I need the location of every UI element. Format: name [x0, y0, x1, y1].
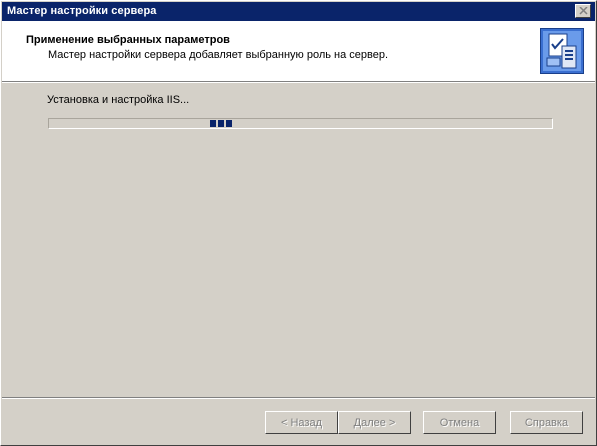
progress-block	[226, 120, 232, 127]
window-title: Мастер настройки сервера	[7, 5, 157, 17]
progress-block	[210, 120, 216, 127]
footer-separator	[2, 397, 595, 399]
next-button[interactable]: Далее >	[338, 411, 411, 434]
page-title: Применение выбранных параметров	[26, 34, 230, 46]
wizard-body: Установка и настройка IIS...	[2, 83, 595, 396]
wizard-window: Мастер настройки сервера Применение выбр…	[0, 0, 597, 446]
server-checklist-icon	[540, 28, 584, 74]
wizard-header: Применение выбранных параметров Мастер н…	[2, 21, 595, 81]
progress-marquee-blocks	[210, 120, 232, 127]
close-button[interactable]	[575, 4, 591, 18]
page-subtitle: Мастер настройки сервера добавляет выбра…	[48, 49, 389, 61]
close-icon	[579, 7, 588, 15]
progress-bar	[48, 118, 553, 129]
help-button[interactable]: Справка	[510, 411, 583, 434]
status-text: Установка и настройка IIS...	[47, 94, 190, 106]
back-button[interactable]: < Назад	[265, 411, 338, 434]
title-bar[interactable]: Мастер настройки сервера	[2, 2, 595, 21]
cancel-button[interactable]: Отмена	[423, 411, 496, 434]
progress-block	[218, 120, 224, 127]
